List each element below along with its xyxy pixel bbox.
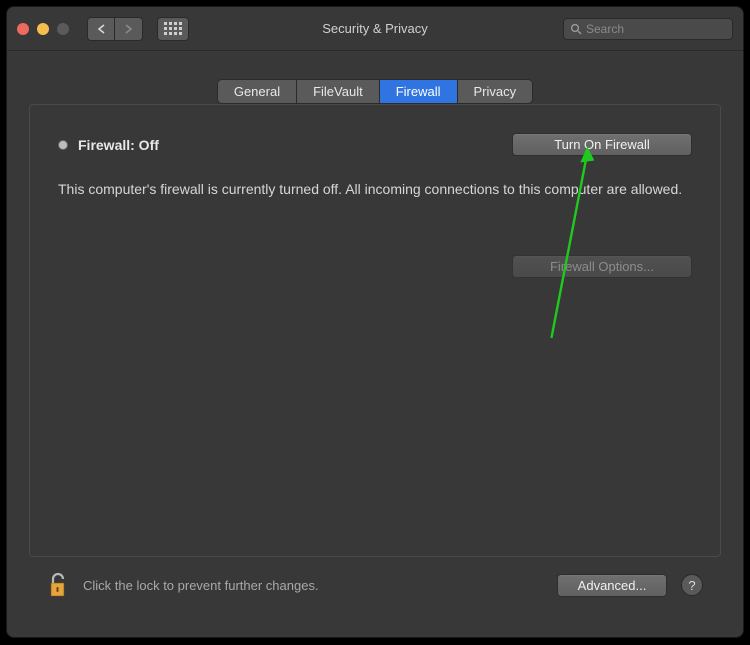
lock-open-icon [47, 571, 69, 599]
turn-on-firewall-button[interactable]: Turn On Firewall [512, 133, 692, 156]
firewall-description: This computer's firewall is currently tu… [58, 180, 692, 199]
tab-general[interactable]: General [218, 80, 297, 103]
content-pane: Firewall: Off Turn On Firewall This comp… [25, 114, 725, 619]
nav-buttons [87, 17, 143, 41]
titlebar: Security & Privacy [7, 7, 743, 51]
search-icon [570, 23, 582, 35]
tab-privacy[interactable]: Privacy [458, 80, 533, 103]
show-all-button[interactable] [157, 17, 189, 41]
search-field[interactable] [563, 18, 733, 40]
help-button[interactable]: ? [681, 574, 703, 596]
apps-grid-icon [164, 22, 182, 35]
help-icon: ? [688, 578, 695, 593]
firewall-group: Firewall: Off Turn On Firewall This comp… [29, 104, 721, 557]
back-button[interactable] [87, 17, 115, 41]
firewall-options-button: Firewall Options... [512, 255, 692, 278]
chevron-right-icon [124, 24, 133, 34]
status-indicator-icon [58, 140, 68, 150]
tab-filevault[interactable]: FileVault [297, 80, 380, 103]
forward-button[interactable] [115, 17, 143, 41]
minimize-window-button[interactable] [37, 23, 49, 35]
close-window-button[interactable] [17, 23, 29, 35]
chevron-left-icon [97, 24, 106, 34]
footer: Click the lock to prevent further change… [47, 571, 703, 599]
advanced-button[interactable]: Advanced... [557, 574, 667, 597]
preferences-window: Security & Privacy General FileVault Fir… [6, 6, 744, 638]
search-input[interactable] [586, 22, 726, 36]
firewall-status-label: Firewall: Off [78, 137, 159, 153]
tab-firewall[interactable]: Firewall [380, 80, 458, 103]
zoom-window-button[interactable] [57, 23, 69, 35]
lock-hint-text: Click the lock to prevent further change… [83, 578, 319, 593]
window-controls [17, 23, 69, 35]
tab-bar: General FileVault Firewall Privacy [7, 79, 743, 104]
firewall-status-row: Firewall: Off Turn On Firewall [58, 133, 692, 156]
lock-button[interactable] [47, 571, 69, 599]
